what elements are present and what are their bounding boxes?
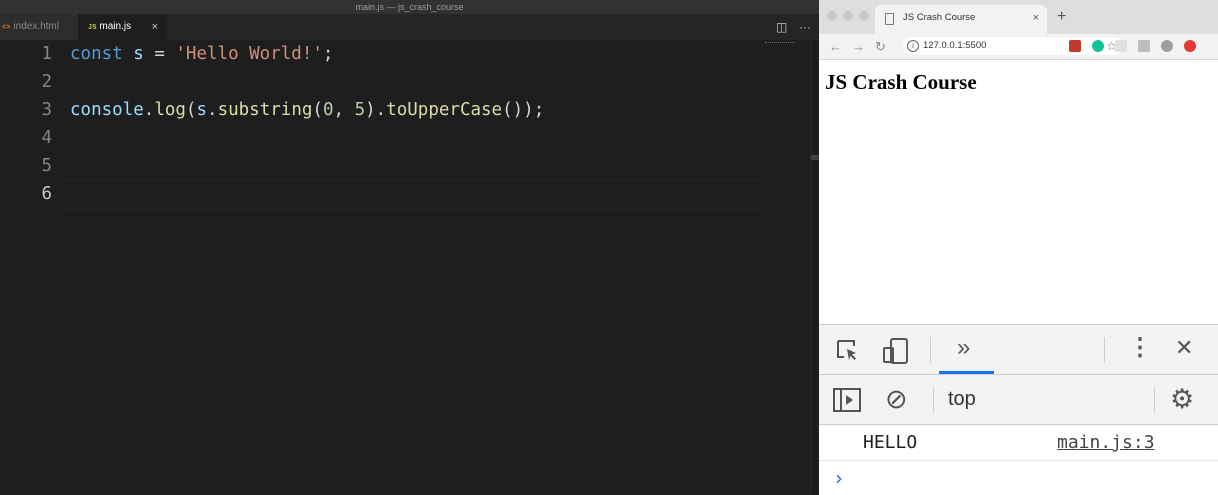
browser-toolbar: ← → ↻ i 127.0.0.1:5500 ☆ <box>819 34 1218 60</box>
code-token: . <box>143 100 155 120</box>
minimap[interactable] <box>765 42 795 46</box>
tab-main-js[interactable]: JS main.js × <box>78 14 166 40</box>
editor-window-title: main.js — js_crash_course <box>0 0 819 14</box>
code-token: ()); <box>502 100 545 120</box>
log-message: HELLO <box>863 432 918 453</box>
active-tab-indicator <box>939 371 994 374</box>
devtools-toolbar: » ⋮ ✕ <box>819 325 1218 375</box>
browser-tab[interactable]: JS Crash Course × <box>875 5 1047 34</box>
code-token: 0 <box>322 100 334 120</box>
console-toolbar: ⊘ top ⚙ <box>819 375 1218 425</box>
code-token: console <box>70 100 144 120</box>
translate-extension-icon[interactable] <box>1161 40 1173 52</box>
code-token: ( <box>185 100 197 120</box>
browser-window: JS Crash Course × + ← → ↻ i 127.0.0.1:55… <box>819 0 1218 495</box>
tab-label: index.html <box>13 21 59 32</box>
line-number: 2 <box>41 72 52 92</box>
js-file-icon: JS <box>88 24 97 32</box>
page-heading: JS Crash Course <box>825 70 977 94</box>
stop-extension-icon[interactable] <box>1184 40 1196 52</box>
code-token: 'Hello World!' <box>175 44 323 64</box>
line-number: 3 <box>41 100 52 120</box>
code-token: const <box>70 44 123 64</box>
window-close-dot[interactable] <box>827 11 837 21</box>
code-token: . <box>207 100 218 120</box>
html-file-icon: <> <box>2 24 11 32</box>
split-editor-icon[interactable]: ◫ <box>776 14 787 40</box>
code-token: ). <box>365 100 387 120</box>
gear-icon[interactable]: ⚙ <box>1170 375 1194 424</box>
code-token: toUpperCase <box>386 100 503 120</box>
code-editor[interactable]: main.js — js_crash_course <> index.html J… <box>0 0 820 494</box>
page-icon <box>885 13 894 25</box>
line-source[interactable]: console.log(s.substring(0, 5).toUpperCas… <box>70 96 544 124</box>
grammarly-extension-icon[interactable] <box>1092 40 1104 52</box>
url-text[interactable]: 127.0.0.1:5500 <box>923 37 986 55</box>
reload-icon[interactable]: ↻ <box>875 34 886 59</box>
line-number: 4 <box>41 128 52 148</box>
line-number: 1 <box>41 44 52 64</box>
window-zoom-dot[interactable] <box>859 11 869 21</box>
code-token: substring <box>217 100 313 120</box>
kebab-menu-icon[interactable]: ⋮ <box>1128 333 1152 363</box>
line-number: 5 <box>41 156 52 176</box>
separator <box>930 337 931 363</box>
clear-console-icon[interactable]: ⊘ <box>885 375 908 424</box>
scrollbar-thumb[interactable] <box>811 155 819 160</box>
separator <box>933 387 934 413</box>
tab-index-html[interactable]: <> index.html <box>0 14 78 40</box>
code-token: log <box>154 100 186 120</box>
separator <box>1154 387 1155 413</box>
code-token: = <box>143 44 176 64</box>
more-actions-icon[interactable]: ··· <box>799 14 811 40</box>
console-prompt-icon: › <box>835 466 843 490</box>
close-icon[interactable]: × <box>152 14 158 40</box>
code-token: 5 <box>354 100 366 120</box>
separator <box>1104 337 1105 363</box>
blank-extension-icon[interactable] <box>1115 40 1127 52</box>
tab-label: main.js <box>99 21 132 32</box>
back-icon[interactable]: ← <box>829 34 842 59</box>
dropper-extension-icon[interactable] <box>1138 40 1150 52</box>
console-log-row: HELLO main.js:3 <box>819 425 1218 461</box>
browser-tab-title: JS Crash Course <box>903 12 976 23</box>
pdf-extension-icon[interactable] <box>1069 40 1081 52</box>
log-source-link[interactable]: main.js:3 <box>1057 425 1155 460</box>
code-token: s <box>196 100 208 120</box>
info-icon[interactable]: i <box>907 40 919 52</box>
current-line-highlight <box>60 180 760 210</box>
close-devtools-icon[interactable]: ✕ <box>1175 333 1193 363</box>
code-token: s <box>133 44 144 64</box>
close-tab-icon[interactable]: × <box>1033 5 1039 31</box>
code-token: ( <box>312 100 323 120</box>
console-input[interactable]: › <box>819 461 1218 495</box>
new-tab-button[interactable]: + <box>1057 6 1066 28</box>
address-bar[interactable]: i 127.0.0.1:5500 ☆ <box>903 37 1123 55</box>
line-source[interactable]: const s = 'Hello World!'; <box>70 40 333 68</box>
forward-icon[interactable]: → <box>852 34 865 59</box>
inspect-element-icon[interactable] <box>835 338 861 364</box>
devtools-panel: » ⋮ ✕ ⊘ top ⚙ HELLO main.js:3 › <box>819 324 1218 495</box>
code-token: , <box>333 100 355 120</box>
line-number: 6 <box>41 184 52 204</box>
device-toolbar-icon[interactable] <box>882 337 910 365</box>
context-selector[interactable]: top <box>948 375 976 424</box>
browser-tab-strip: JS Crash Course × + <box>819 0 1218 34</box>
window-minimize-dot[interactable] <box>843 11 853 21</box>
show-sidebar-icon[interactable] <box>833 387 861 413</box>
code-token: ; <box>322 44 334 64</box>
more-tabs-icon[interactable]: » <box>957 333 970 363</box>
editor-tab-bar: <> index.html JS main.js × <box>0 14 819 40</box>
